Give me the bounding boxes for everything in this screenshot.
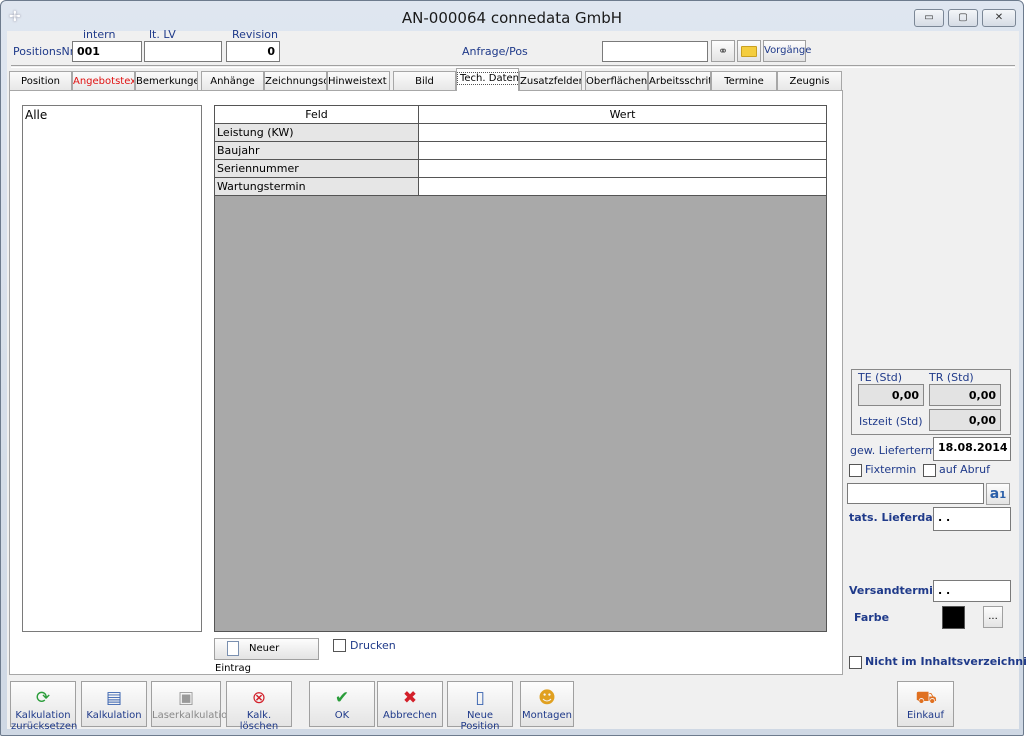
versandtermin-field[interactable]: . . bbox=[933, 580, 1011, 602]
montagen-label: Montagen bbox=[522, 710, 572, 721]
te-value: 0,00 bbox=[858, 384, 924, 406]
new-document-icon: ▯ bbox=[475, 688, 485, 708]
tr-value: 0,00 bbox=[929, 384, 1001, 406]
row-feld: Seriennummer bbox=[215, 160, 419, 178]
calculator-icon: ▤ bbox=[105, 688, 123, 708]
kalk-delete-label: Kalk. löschen bbox=[239, 710, 279, 732]
tats-lieferdatum-field[interactable]: . . bbox=[933, 507, 1011, 531]
tab-arbeitsschritte[interactable]: Arbeitsschritte bbox=[648, 71, 711, 91]
tab-bemerkungen[interactable]: Bemerkungen bbox=[135, 71, 198, 91]
client-area: PositionsNr intern lt. LV Revision 001 0… bbox=[7, 28, 1026, 732]
print-checkbox[interactable] bbox=[333, 639, 346, 652]
row-wert[interactable] bbox=[419, 160, 826, 178]
tab-zeichnungsort[interactable]: Zeichnungsor. bbox=[264, 71, 327, 91]
list-item[interactable]: Alle bbox=[25, 108, 199, 122]
gew-liefertermin-label: gew. Liefertermin bbox=[850, 444, 946, 457]
tab-position[interactable]: Position bbox=[9, 71, 72, 91]
truck-icon: ⛟ bbox=[915, 688, 937, 708]
worker-icon: ☻ bbox=[538, 688, 556, 708]
check-icon: ✔ bbox=[334, 688, 350, 708]
tab-bild[interactable]: Bild bbox=[393, 71, 456, 91]
auf-abruf-label: auf Abruf bbox=[939, 463, 990, 476]
kalkulation-reset-label: Kalkulation zurücksetzen bbox=[11, 710, 78, 732]
laserkalkulation-label: Laserkalkulation bbox=[152, 710, 234, 721]
column-header-feld[interactable]: Feld bbox=[215, 106, 419, 124]
tab-anhaenge[interactable]: Anhänge bbox=[201, 71, 264, 91]
color-picker-button[interactable]: ... bbox=[983, 606, 1003, 628]
window-title: AN-000064 connedata GmbH bbox=[401, 9, 623, 27]
nicht-im-verzeichnis-checkbox[interactable] bbox=[849, 656, 862, 669]
new-entry-button[interactable]: Neuer Eintrag bbox=[214, 638, 319, 674]
abbrechen-label: Abbrechen bbox=[383, 710, 437, 721]
color-swatch[interactable] bbox=[942, 606, 965, 629]
tab-tech-daten[interactable]: Tech. Daten bbox=[456, 68, 519, 91]
einkauf-label: Einkauf bbox=[906, 710, 945, 721]
einkauf-button[interactable]: ⛟ Einkauf bbox=[897, 681, 954, 727]
cancel-icon: ✖ bbox=[402, 688, 418, 708]
revision-label: Revision bbox=[232, 28, 278, 41]
delete-icon: ⊗ bbox=[251, 688, 267, 708]
neue-position-label: Neue Position bbox=[460, 710, 500, 732]
farbe-label: Farbe bbox=[854, 611, 890, 624]
intern-field[interactable]: 001 bbox=[72, 41, 142, 62]
intern-label: intern bbox=[83, 28, 116, 41]
fixtermin-checkbox[interactable] bbox=[849, 464, 862, 477]
note-field[interactable] bbox=[847, 483, 984, 504]
revision-field[interactable]: 0 bbox=[226, 41, 280, 62]
print-label: Drucken bbox=[350, 639, 396, 652]
kalk-delete-button[interactable]: ⊗ Kalk. löschen bbox=[226, 681, 292, 732]
auf-abruf-checkbox[interactable] bbox=[923, 464, 936, 477]
istzeit-value: 0,00 bbox=[929, 409, 1001, 431]
row-feld: Baujahr bbox=[215, 142, 419, 160]
tab-zusatzfelder[interactable]: Zusatzfelder bbox=[519, 71, 582, 91]
minimize-button[interactable]: ▭ bbox=[914, 9, 944, 27]
te-label: TE (Std) bbox=[858, 371, 903, 384]
kalkulation-label: Kalkulation bbox=[86, 710, 142, 721]
document-icon bbox=[227, 641, 239, 656]
row-wert[interactable] bbox=[419, 142, 826, 160]
row-feld: Leistung (KW) bbox=[215, 124, 419, 142]
ok-label: OK bbox=[334, 710, 350, 721]
anfrage-label: Anfrage/Pos bbox=[462, 45, 528, 58]
versandtermin-label: Versandtermin bbox=[849, 584, 941, 597]
nicht-im-verzeichnis-label: Nicht im Inhaltsverzeichnis anz. bbox=[865, 655, 1026, 668]
anfrage-field[interactable] bbox=[602, 41, 708, 62]
field-group-list[interactable]: Alle bbox=[22, 105, 202, 632]
positionsnr-label: PositionsNr bbox=[13, 45, 75, 58]
lv-label: lt. LV bbox=[149, 28, 176, 41]
laser-icon: ▣ bbox=[177, 688, 195, 708]
close-button[interactable]: ✕ bbox=[982, 9, 1016, 27]
column-header-wert[interactable]: Wert bbox=[419, 106, 826, 124]
tech-data-grid[interactable]: Feld Wert Leistung (KW) Baujahr Seriennu… bbox=[214, 105, 827, 632]
row-wert[interactable] bbox=[419, 178, 826, 196]
row-wert[interactable] bbox=[419, 124, 826, 142]
lv-field[interactable] bbox=[144, 41, 222, 62]
vorgaenge-button[interactable]: Vorgänge bbox=[763, 40, 811, 62]
font-style-icon[interactable]: a1 bbox=[986, 483, 1010, 505]
tab-oberflaechen[interactable]: Oberflächenbe. bbox=[585, 71, 648, 91]
row-feld: Wartungstermin bbox=[215, 178, 419, 196]
abbrechen-button[interactable]: ✖ Abbrechen bbox=[377, 681, 443, 727]
gew-liefertermin-field[interactable]: 18.08.2014 bbox=[933, 437, 1011, 461]
tr-label: TR (Std) bbox=[929, 371, 974, 384]
fixtermin-label: Fixtermin bbox=[865, 463, 917, 476]
laserkalkulation-button[interactable]: ▣ Laserkalkulation bbox=[151, 681, 234, 727]
montagen-button[interactable]: ☻ Montagen bbox=[520, 681, 574, 727]
tab-termine[interactable]: Termine bbox=[711, 71, 777, 91]
tab-tech-daten-label: Tech. Daten bbox=[457, 72, 518, 85]
tab-hinweistext[interactable]: Hinweistext F. bbox=[327, 71, 390, 91]
refresh-icon: ⟳ bbox=[35, 688, 51, 708]
maximize-button[interactable]: ▢ bbox=[948, 9, 978, 27]
main-window: ✢ AN-000064 connedata GmbH ▭ ▢ ✕ Positio… bbox=[0, 0, 1026, 736]
kalkulation-button[interactable]: ▤ Kalkulation bbox=[81, 681, 147, 727]
ok-button[interactable]: ✔ OK bbox=[309, 681, 375, 727]
folder-icon[interactable] bbox=[737, 40, 761, 62]
link-icon[interactable]: ⚭ bbox=[711, 40, 735, 62]
istzeit-label: Istzeit (Std) bbox=[859, 415, 923, 428]
tab-angebotstext[interactable]: Angebotstext bbox=[72, 71, 135, 91]
kalkulation-reset-button[interactable]: ⟳ Kalkulation zurücksetzen bbox=[10, 681, 77, 732]
tab-zeugnis[interactable]: Zeugnis bbox=[777, 71, 842, 91]
neue-position-button[interactable]: ▯ Neue Position bbox=[447, 681, 513, 732]
